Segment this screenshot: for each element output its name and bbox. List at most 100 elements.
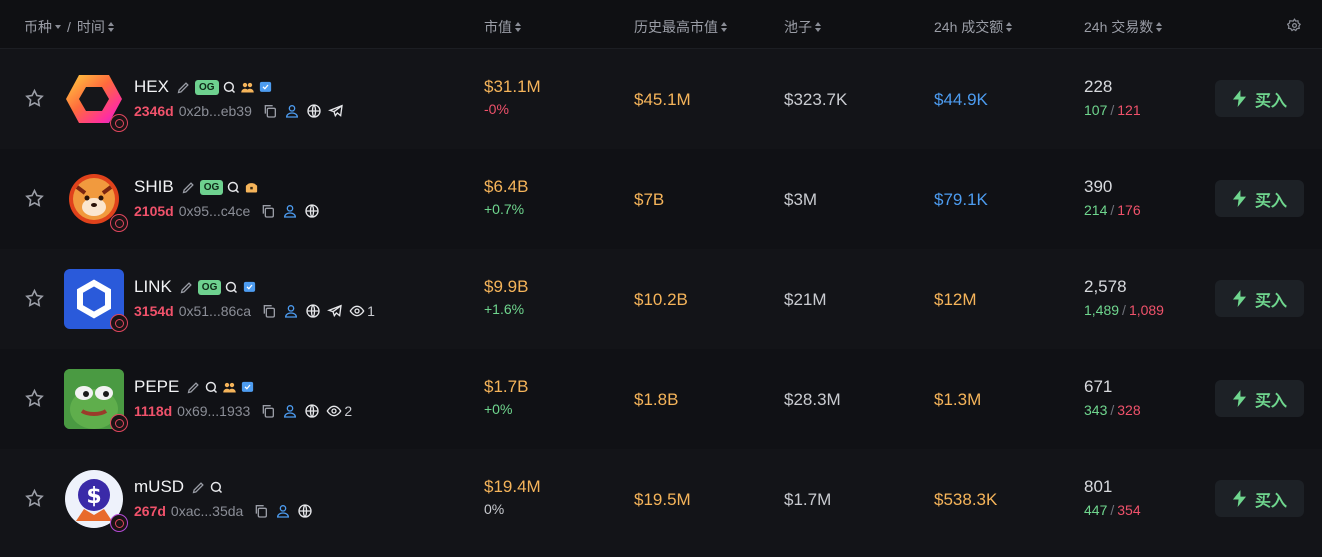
user-icon[interactable] xyxy=(284,103,300,119)
globe-icon[interactable] xyxy=(304,203,320,219)
table-row[interactable]: HEX OG 2346d 0x2b...eb39 $31.1M -0% $45.… xyxy=(0,49,1322,149)
token-address: 0x95...c4ce xyxy=(178,203,251,219)
buy-count: 107 xyxy=(1084,102,1108,118)
telegram-icon[interactable] xyxy=(327,303,343,319)
user-icon[interactable] xyxy=(282,403,298,419)
edit-icon[interactable] xyxy=(191,480,206,495)
buy-button[interactable]: 买入 xyxy=(1215,380,1304,417)
price-change: +0.7% xyxy=(484,201,525,217)
token-name-line: HEX OG xyxy=(134,77,273,97)
token-age: 1118d xyxy=(134,403,173,419)
txs-buy-sell: 107/121 xyxy=(1084,102,1141,118)
table-row[interactable]: $ mUSD 267d 0xac...35da $19.4M 0% $19.5M… xyxy=(0,449,1322,557)
search-icon[interactable] xyxy=(204,380,219,395)
col-pool[interactable]: 池子 xyxy=(784,17,822,37)
pool-liquidity: $28.3M xyxy=(784,390,841,409)
token-name-line: SHIB OG xyxy=(134,177,259,197)
sort-icon xyxy=(107,21,115,33)
table-header: 币种 / 时间 市值 历史最高市值 池子 24h 成交额 24h 交易数 xyxy=(0,0,1322,49)
txs-24h: 228 xyxy=(1084,77,1113,96)
holders-icon xyxy=(223,382,237,392)
buy-button[interactable]: 买入 xyxy=(1215,480,1304,517)
buy-button[interactable]: 买入 xyxy=(1215,280,1304,317)
ath-market-cap: $10.2B xyxy=(634,290,688,309)
token-address: 0x69...1933 xyxy=(177,403,251,419)
buy-button[interactable]: 买入 xyxy=(1215,180,1304,217)
copy-icon[interactable] xyxy=(253,503,269,519)
lightning-icon xyxy=(1232,490,1247,507)
star-icon[interactable] xyxy=(24,388,45,409)
txs-24h: 671 xyxy=(1084,377,1113,396)
market-cap: $9.9B xyxy=(484,277,529,296)
gear-icon[interactable] xyxy=(1287,18,1302,33)
token-name[interactable]: PEPE xyxy=(134,377,179,397)
txs-buy-sell: 343/328 xyxy=(1084,402,1141,418)
telegram-icon[interactable] xyxy=(327,103,344,119)
copy-icon[interactable] xyxy=(260,403,276,419)
token-name[interactable]: HEX xyxy=(134,77,169,97)
sell-count: 354 xyxy=(1117,502,1141,518)
col-market-cap[interactable]: 市值 xyxy=(484,17,522,37)
volume-24h: $44.9K xyxy=(934,90,988,109)
volume-24h: $1.3M xyxy=(934,390,982,409)
col-txs-24h[interactable]: 24h 交易数 xyxy=(1084,17,1163,37)
star-icon[interactable] xyxy=(24,188,45,209)
chain-badge-icon xyxy=(110,314,128,332)
search-icon[interactable] xyxy=(224,280,239,295)
copy-icon[interactable] xyxy=(261,303,277,319)
globe-icon[interactable] xyxy=(304,403,320,419)
token-meta-line: 1118d 0x69...1933 2 xyxy=(134,402,352,420)
user-icon[interactable] xyxy=(282,203,298,219)
table-row[interactable]: LINK OG 3154d 0x51...86ca 1 $9.9B +1.6% … xyxy=(0,249,1322,349)
token-age: 2346d xyxy=(134,103,174,119)
pool-liquidity: $323.7K xyxy=(784,90,848,109)
globe-icon[interactable] xyxy=(305,303,321,319)
token-name[interactable]: SHIB xyxy=(134,177,174,197)
user-icon[interactable] xyxy=(283,303,299,319)
price-change: 0% xyxy=(484,501,505,517)
token-address: 0x51...86ca xyxy=(178,303,252,319)
token-age: 2105d xyxy=(134,203,174,219)
pool-liquidity: $1.7M xyxy=(784,490,832,509)
table-row[interactable]: PEPE 1118d 0x69...1933 2 $1.7B +0% $1.8B… xyxy=(0,349,1322,449)
search-icon[interactable] xyxy=(226,180,241,195)
search-icon[interactable] xyxy=(222,80,237,95)
txs-24h: 2,578 xyxy=(1084,277,1127,296)
user-icon[interactable] xyxy=(275,503,291,519)
table-row[interactable]: SHIB OG 2105d 0x95...c4ce $6.4B +0.7% $7… xyxy=(0,149,1322,249)
token-age: 267d xyxy=(134,503,166,519)
treasure-icon xyxy=(246,182,258,192)
pool-liquidity: $21M xyxy=(784,290,827,309)
watcher-count: 1 xyxy=(367,303,375,319)
col-token-time[interactable]: 币种 / 时间 xyxy=(24,17,115,37)
edit-icon[interactable] xyxy=(186,380,201,395)
token-meta-line: 3154d 0x51...86ca 1 xyxy=(134,302,375,320)
txs-buy-sell: 447/354 xyxy=(1084,502,1141,518)
token-age: 3154d xyxy=(134,303,174,319)
edit-icon[interactable] xyxy=(179,280,194,295)
globe-icon[interactable] xyxy=(297,503,313,519)
col-ath-market-cap[interactable]: 历史最高市值 xyxy=(634,17,728,37)
volume-24h: $79.1K xyxy=(934,190,988,209)
col-volume-24h[interactable]: 24h 成交额 xyxy=(934,17,1013,37)
volume-24h: $12M xyxy=(934,290,977,309)
copy-icon[interactable] xyxy=(262,103,278,119)
star-icon[interactable] xyxy=(24,88,45,109)
globe-icon[interactable] xyxy=(306,103,322,119)
sell-count: 121 xyxy=(1117,102,1141,118)
search-icon[interactable] xyxy=(209,480,224,495)
edit-icon[interactable] xyxy=(176,80,191,95)
copy-icon[interactable] xyxy=(260,203,276,219)
star-icon[interactable] xyxy=(24,288,45,309)
buy-count: 447 xyxy=(1084,502,1108,518)
token-name[interactable]: mUSD xyxy=(134,477,184,497)
star-icon[interactable] xyxy=(24,488,45,509)
buy-count: 214 xyxy=(1084,202,1108,218)
sell-count: 176 xyxy=(1117,202,1141,218)
chain-badge-icon xyxy=(110,514,128,532)
edit-icon[interactable] xyxy=(181,180,196,195)
token-name[interactable]: LINK xyxy=(134,277,172,297)
watcher-count: 2 xyxy=(344,403,353,419)
sort-icon xyxy=(721,21,728,33)
buy-button[interactable]: 买入 xyxy=(1215,80,1304,117)
